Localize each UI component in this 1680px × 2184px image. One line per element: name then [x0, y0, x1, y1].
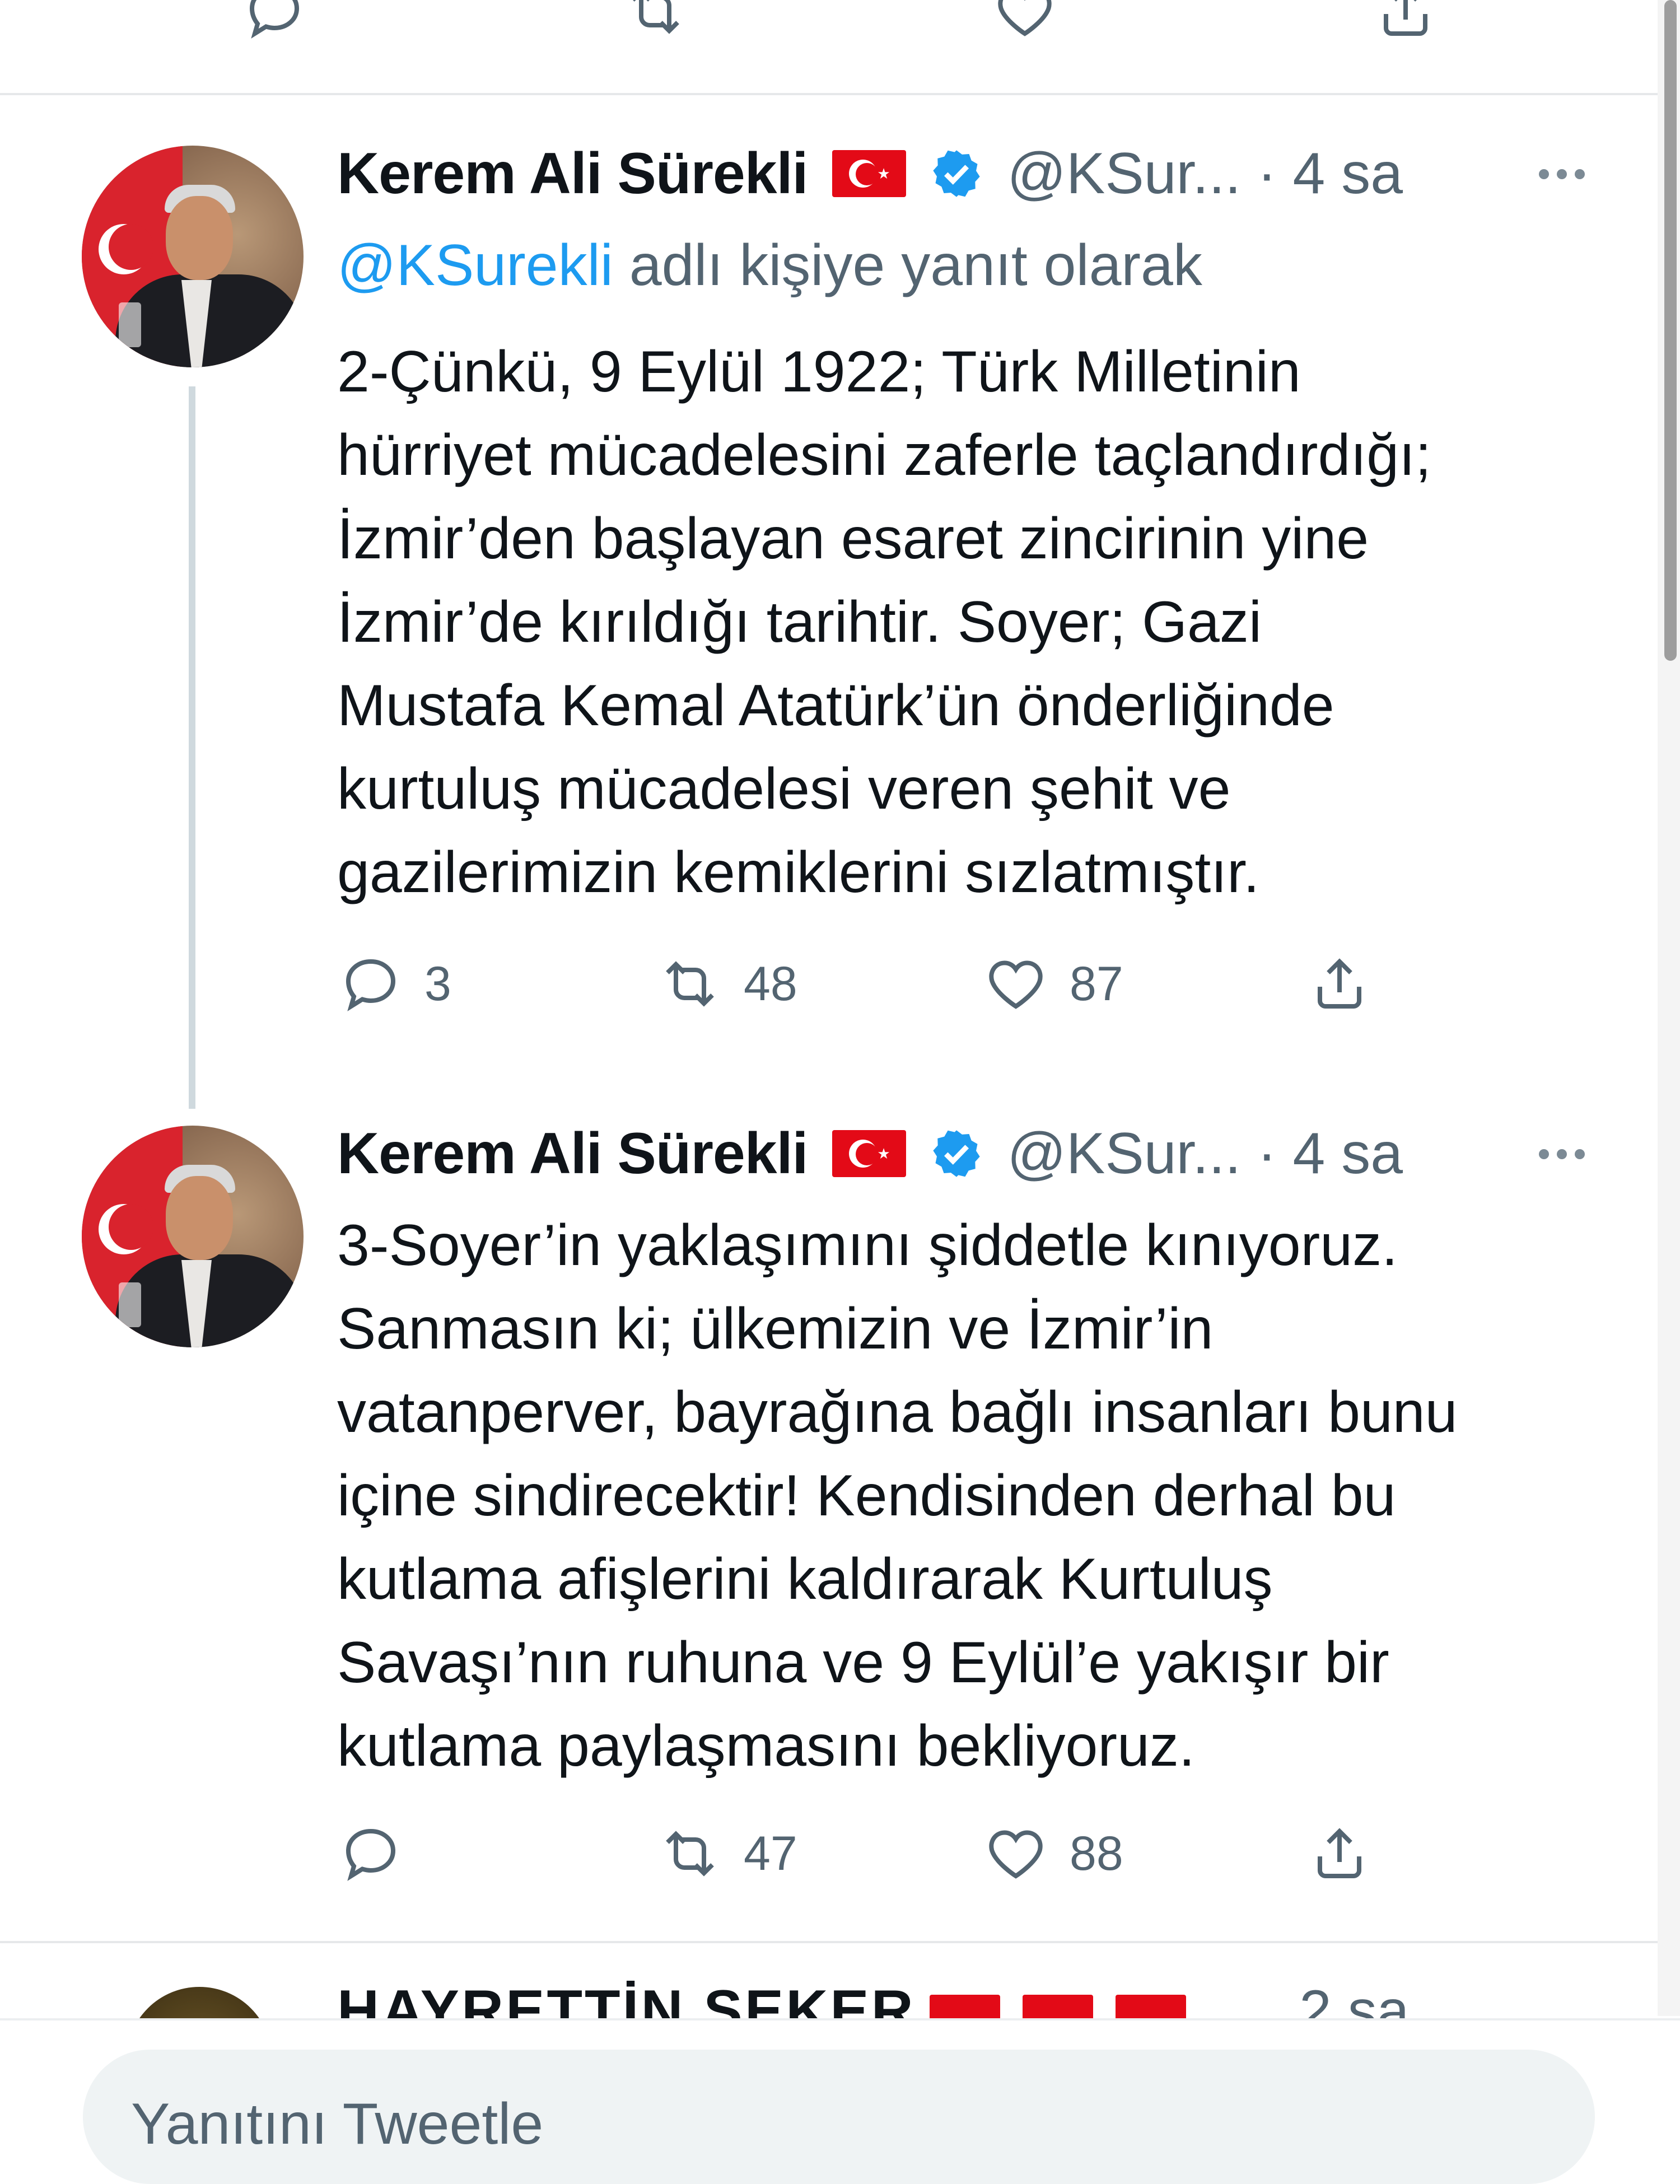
- tweet-text-line: hürriyet mücadelesini zaferle taçlandırd…: [337, 423, 1431, 488]
- share-button[interactable]: [1306, 950, 1373, 1018]
- tweet-header: Kerem Ali Sürekli ★ @KSur... · 4 sa: [337, 140, 1403, 207]
- tweet-text-line: kutlama paylaşmasını bekliyoruz.: [337, 1714, 1195, 1779]
- like-count: 87: [1070, 956, 1123, 1011]
- reply-icon: [346, 1828, 396, 1881]
- tweet-text-line: 3-Soyer’in yaklaşımını şiddetle kınıyoru…: [337, 1213, 1398, 1278]
- more-options-icon[interactable]: [1534, 162, 1590, 185]
- turkey-flag-icon: ★: [832, 150, 907, 197]
- retweet-button[interactable]: 47: [656, 1820, 797, 1887]
- tweet-text-line: İzmir’de kırıldığı tarihtir. Soyer; Gazi: [337, 590, 1262, 655]
- retweet-count: 48: [744, 956, 797, 1011]
- reply-input[interactable]: Yanıtını Tweetle: [83, 2050, 1595, 2184]
- share-icon: [1318, 958, 1361, 1009]
- reply-icon: [346, 959, 396, 1011]
- reply-button[interactable]: 3: [337, 950, 451, 1018]
- tweet-text-line: kurtuluş mücadelesi veren şehit ve: [337, 757, 1231, 822]
- like-button[interactable]: 88: [982, 1820, 1123, 1887]
- like-button[interactable]: 87: [982, 950, 1123, 1018]
- reply-placeholder: Yanıtını Tweetle: [131, 2092, 544, 2157]
- tweet-text-line: İzmir’den başlayan esaret zincirinin yin…: [337, 506, 1369, 571]
- divider: [0, 1941, 1658, 1943]
- scroll-thumb[interactable]: [1664, 0, 1677, 661]
- reply-count: 3: [424, 956, 451, 1011]
- mention-link[interactable]: @KSurekli: [337, 233, 613, 298]
- tweet-header: Kerem Ali Sürekli ★ @KSur... · 4 sa: [337, 1120, 1403, 1187]
- like-icon: [989, 960, 1043, 1009]
- tweet-time: 4 sa: [1292, 141, 1403, 206]
- tweet-actions: 47 88: [337, 1820, 1457, 1887]
- tweet-text-line: içine sindirecektir! Kendisinden derhal …: [337, 1463, 1396, 1528]
- tweet-actions: 3 48 87: [337, 950, 1457, 1018]
- verified-badge-icon: [933, 150, 981, 197]
- retweet-icon: [666, 1831, 714, 1877]
- tweet-text-line: gazilerimizin kemiklerini sızlatmıştır.: [337, 840, 1259, 905]
- retweet-count: 47: [744, 1826, 797, 1880]
- author-handle: @KSur... · 4 sa: [1007, 1121, 1403, 1186]
- avatar[interactable]: [82, 1126, 304, 1347]
- share-icon: [1318, 1828, 1361, 1878]
- tweet-text: 3-Soyer’in yaklaşımını şiddetle kınıyoru…: [337, 1204, 1625, 1788]
- thread-line: [189, 386, 195, 1109]
- share-button[interactable]: [1306, 1820, 1373, 1887]
- scrollbar[interactable]: [1658, 0, 1680, 2016]
- tweet-time: 4 sa: [1292, 1121, 1403, 1186]
- previous-tweet-actions: [0, 0, 1680, 94]
- tweet-text-line: Mustafa Kemal Atatürk’ün önderliğinde: [337, 673, 1334, 738]
- tweet-text-line: Sanmasın ki; ülkemizin ve İzmir’in: [337, 1296, 1214, 1361]
- more-options-icon[interactable]: [1534, 1142, 1590, 1165]
- tweet-text-line: kutlama afişlerini kaldırarak Kurtuluş: [337, 1547, 1273, 1612]
- author-handle: @KSur... · 4 sa: [1007, 141, 1403, 206]
- reply-button[interactable]: [337, 1820, 424, 1887]
- like-icon: [989, 1830, 1043, 1879]
- verified-badge-icon: [933, 1130, 981, 1177]
- divider: [0, 93, 1658, 95]
- author-name[interactable]: Kerem Ali Sürekli: [337, 141, 808, 207]
- like-icon[interactable]: [986, 0, 1064, 45]
- tweet-text: 2-Çünkü, 9 Eylül 1922; Türk Milletinin h…: [337, 330, 1625, 914]
- like-count: 88: [1070, 1826, 1123, 1880]
- share-icon[interactable]: [1366, 0, 1445, 45]
- retweet-button[interactable]: 48: [656, 950, 797, 1018]
- retweet-icon[interactable]: [616, 0, 694, 45]
- tweet-text-line: vatanperver, bayrağına bağlı insanları b…: [337, 1380, 1458, 1445]
- tweet-text-line: 2-Çünkü, 9 Eylül 1922; Türk Milletinin: [337, 339, 1301, 404]
- author-name[interactable]: Kerem Ali Sürekli: [337, 1121, 808, 1187]
- reply-icon[interactable]: [235, 0, 314, 45]
- tweet-text-line: Savaşı’nın ruhuna ve 9 Eylül’e yakışır b…: [337, 1630, 1389, 1695]
- replying-to: @KSurekli adlı kişiye yanıt olarak: [337, 233, 1202, 298]
- retweet-icon: [666, 961, 714, 1007]
- avatar[interactable]: [82, 146, 304, 367]
- turkey-flag-icon: ★: [832, 1130, 907, 1177]
